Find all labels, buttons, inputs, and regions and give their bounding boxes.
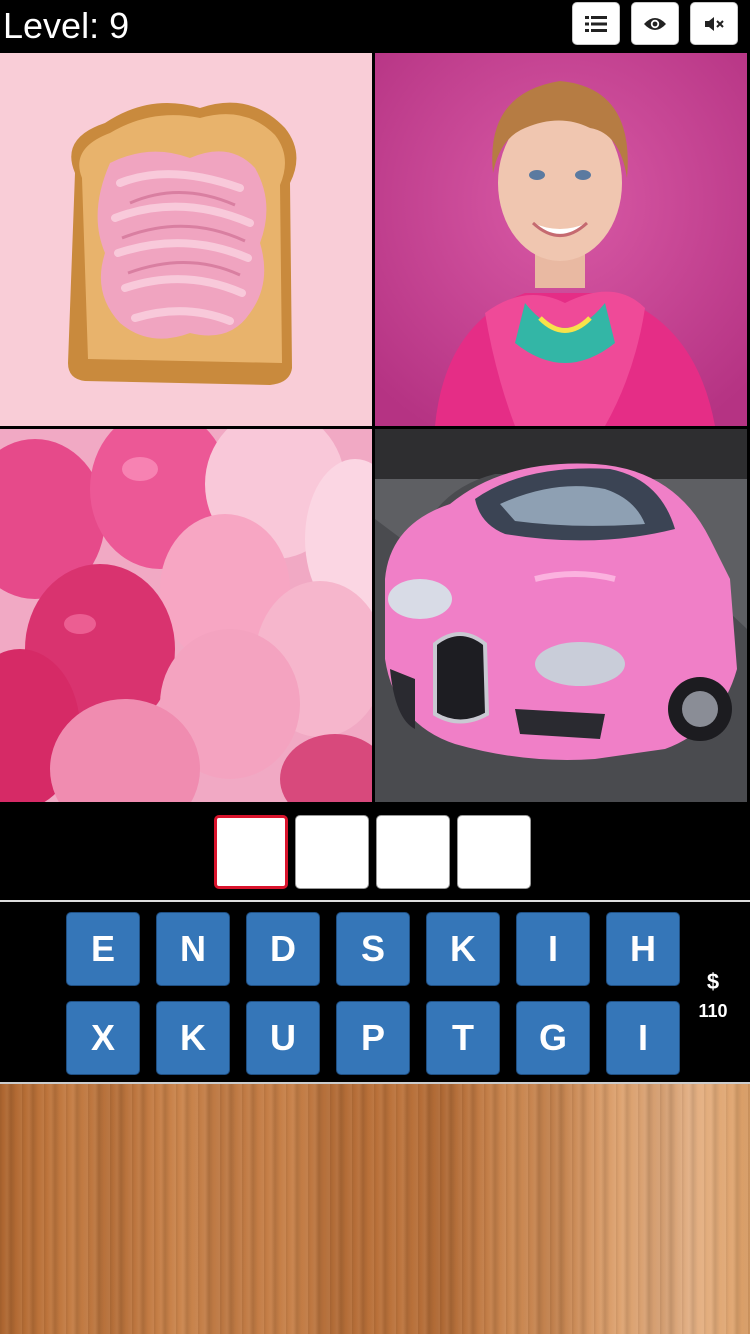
level-label: Level: 9	[3, 5, 130, 46]
list-button[interactable]	[572, 2, 620, 45]
answer-slot-4[interactable]	[457, 815, 531, 889]
woman-picture	[375, 53, 747, 426]
reveal-button[interactable]	[631, 2, 679, 45]
coin-amount: 110	[698, 1001, 728, 1021]
letter-key[interactable]: N	[156, 912, 230, 986]
letter-key[interactable]: E	[66, 912, 140, 986]
header-bar: Level: 9	[0, 0, 750, 52]
eye-icon	[644, 17, 666, 30]
list-icon	[585, 15, 607, 32]
letter-key[interactable]: S	[336, 912, 410, 986]
letter-key[interactable]: I	[516, 912, 590, 986]
answer-slot-2[interactable]	[295, 815, 369, 889]
answer-slot-3[interactable]	[376, 815, 450, 889]
letter-key[interactable]: K	[426, 912, 500, 986]
image-tile-car	[375, 429, 747, 802]
image-tile-balloons	[0, 429, 372, 802]
toast-picture	[0, 53, 372, 426]
letter-key[interactable]: U	[246, 1001, 320, 1075]
answer-area	[0, 804, 748, 900]
letter-key[interactable]: G	[516, 1001, 590, 1075]
wood-background	[0, 1084, 750, 1334]
image-tile-woman	[375, 53, 747, 426]
letter-key[interactable]: D	[246, 912, 320, 986]
letter-key[interactable]: I	[606, 1001, 680, 1075]
balloons-picture	[0, 429, 372, 802]
letter-key[interactable]: P	[336, 1001, 410, 1075]
car-picture	[375, 429, 747, 802]
letter-key[interactable]: K	[156, 1001, 230, 1075]
coin-counter: $ 110	[688, 968, 738, 1024]
image-tile-toast	[0, 53, 372, 426]
letter-key[interactable]: T	[426, 1001, 500, 1075]
letter-key[interactable]: X	[66, 1001, 140, 1075]
mute-button[interactable]	[690, 2, 738, 45]
dollar-icon: $	[706, 969, 720, 994]
mute-icon	[705, 16, 724, 31]
answer-slot-1[interactable]	[214, 815, 288, 889]
letter-key[interactable]: H	[606, 912, 680, 986]
